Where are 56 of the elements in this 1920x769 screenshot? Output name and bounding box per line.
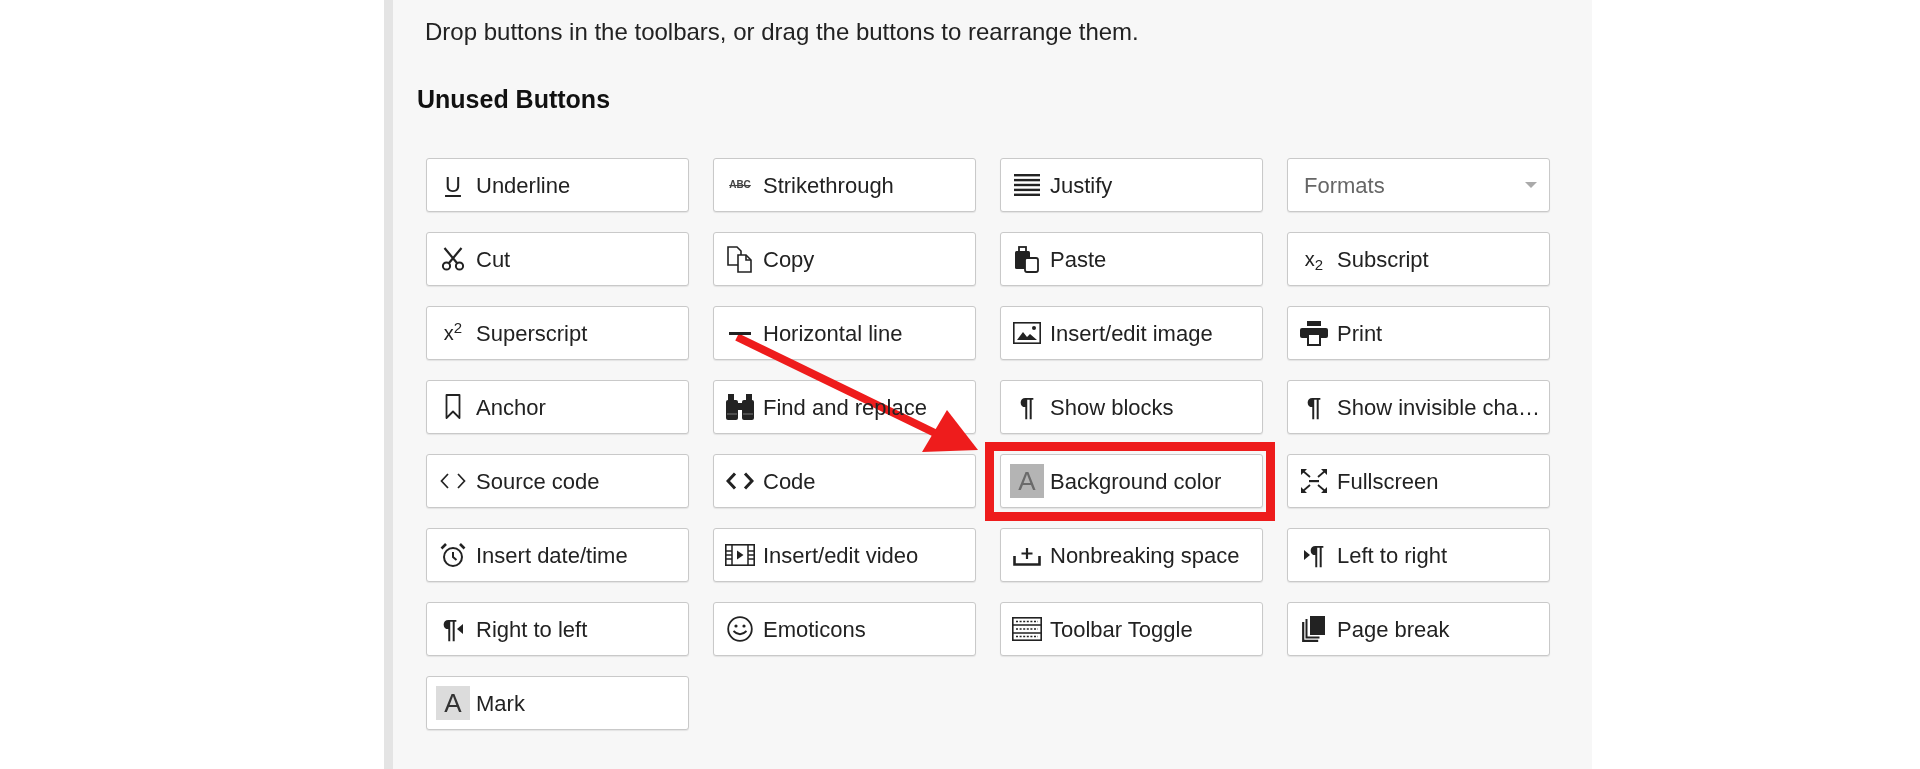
toolbar-button[interactable]: A Background color [1000,454,1263,508]
subscript-icon: x$_{2}$ [1304,248,1324,270]
toolbar-button[interactable]: A Mark [426,676,689,730]
justify-icon [1014,174,1040,196]
toolbar-button[interactable]: x$_{2}$ Subscript [1287,232,1550,286]
toolbar-button[interactable]: Insert/edit image [1000,306,1263,360]
toolbar-button[interactable]: Insert/edit video [713,528,976,582]
smiley-icon [727,616,753,642]
printer-icon [1300,320,1328,346]
toolbar-button[interactable]: Emoticons [713,602,976,656]
strikethrough-icon: ABC [729,180,751,190]
pilcrow-icon: ¶ [1019,394,1035,420]
section-heading: Unused Buttons [417,84,611,114]
film-icon [725,544,755,566]
caret-icon [1525,182,1537,188]
code-icon [440,473,466,489]
toolbar-button[interactable]: Source code [426,454,689,508]
toolbar-button[interactable]: U Underline [426,158,689,212]
horizontal-line-icon [729,331,751,335]
scissors-icon [441,247,465,271]
toolbar-button[interactable]: Cut [426,232,689,286]
bookmark-icon [445,394,461,420]
toolbar-button[interactable]: Copy [713,232,976,286]
code-icon [726,472,754,490]
binoculars-icon [726,394,754,420]
toolbar-button[interactable]: Page break [1287,602,1550,656]
toolbar-button[interactable]: ¶ Right to left [426,602,689,656]
toolbar-button[interactable]: Nonbreaking space [1000,528,1263,582]
pages-icon [1302,616,1326,642]
toolbar-button[interactable]: Insert date/time [426,528,689,582]
toolbar-button[interactable]: Fullscreen [1287,454,1550,508]
toolbar-button[interactable]: ¶ Show invisible cha… [1287,380,1550,434]
alarm-clock-icon [440,542,466,568]
letter-tile-icon: A [1010,464,1044,498]
toolbar-button[interactable]: x$^{2}$ Superscript [426,306,689,360]
instructions-text: Drop buttons in the toolbars, or drag the buttons to rearrange them. [425,18,1139,46]
toolbar-button[interactable]: ABC Strikethrough [713,158,976,212]
toolbar-button[interactable]: Anchor [426,380,689,434]
formats-dropdown[interactable]: Formats [1287,158,1550,212]
toolbar-button[interactable]: Print [1287,306,1550,360]
copy-icon [727,245,753,273]
letter-tile-icon: A [436,686,470,720]
image-icon [1013,322,1041,344]
toolbar-button[interactable]: ¶ Left to right [1287,528,1550,582]
pilcrow-icon: ¶ [1306,394,1322,420]
underline-icon: U [445,174,461,196]
toolbar-button[interactable]: Paste [1000,232,1263,286]
toolbar-button[interactable]: Code [713,454,976,508]
fullscreen-icon [1301,469,1327,493]
toolbar-button[interactable]: Toolbar Toggle [1000,602,1263,656]
toolbar-button[interactable]: ¶ Show blocks [1000,380,1263,434]
dotted-rows-icon [1012,617,1042,641]
toolbar-button[interactable]: Horizontal line [713,306,976,360]
clipboard-icon [1014,245,1040,273]
superscript-icon: x$^{2}$ [443,322,463,344]
toolbar-button[interactable]: Justify [1000,158,1263,212]
